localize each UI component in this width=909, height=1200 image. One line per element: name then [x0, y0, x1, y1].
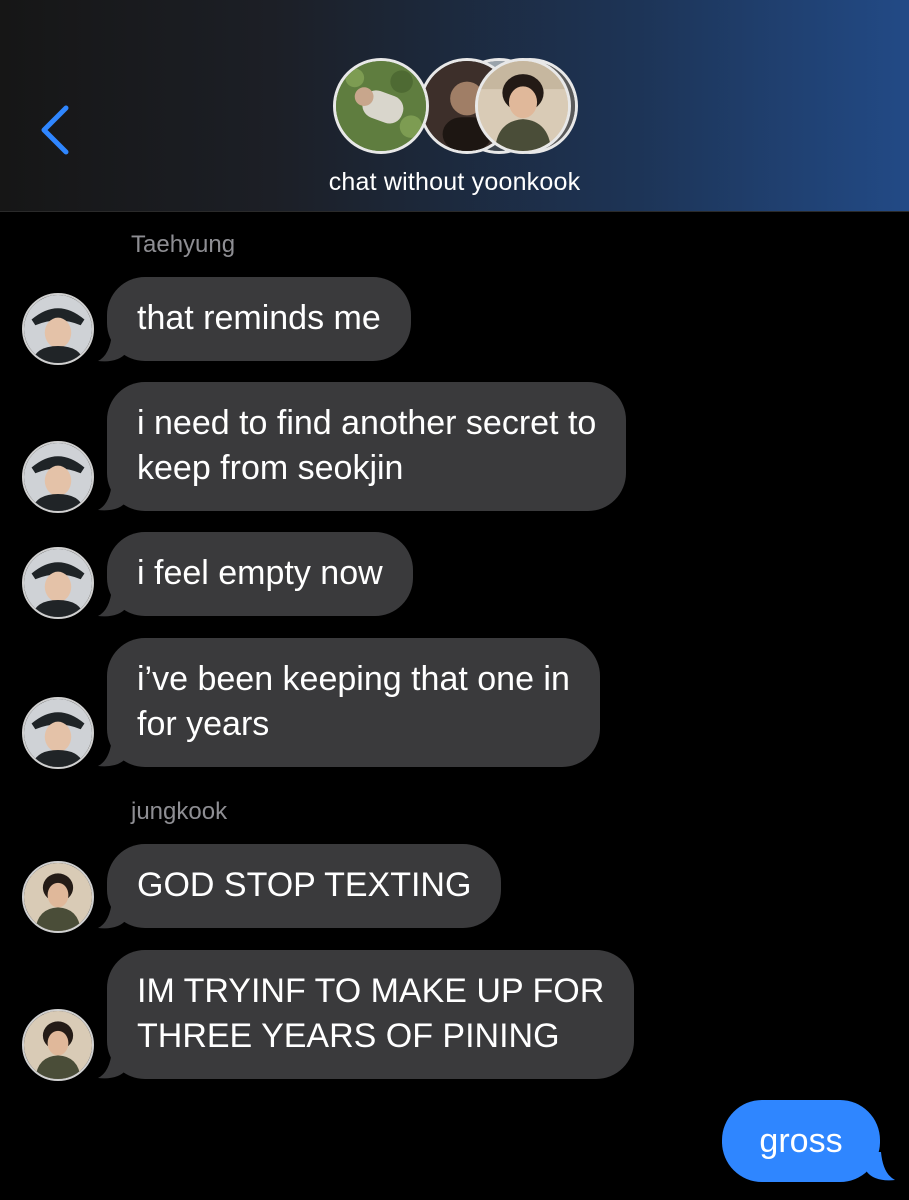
- message-bubble[interactable]: GOD STOP TEXTING: [107, 844, 502, 928]
- message-text: i feel empty now: [137, 554, 383, 592]
- sender-name: jungkook: [131, 798, 228, 825]
- bubble-tail: [98, 900, 126, 929]
- message-text: gross: [759, 1122, 843, 1160]
- message-line: for years: [137, 705, 270, 743]
- message-line: keep from seokjin: [137, 449, 404, 487]
- message-line: IM TRYINF TO MAKE UP FOR: [137, 972, 605, 1010]
- message-bubble[interactable]: i feel empty now: [107, 532, 413, 616]
- bubble-tail: [98, 333, 126, 362]
- sender-avatar-taehyung[interactable]: [22, 547, 94, 619]
- sender-avatar-taehyung[interactable]: [22, 441, 94, 513]
- back-button[interactable]: [32, 102, 76, 158]
- message-bubble[interactable]: i’ve been keeping that one in for years: [107, 638, 600, 767]
- bubble-tail: [98, 588, 126, 617]
- sender-name: Taehyung: [131, 231, 236, 258]
- member-avatar: [333, 58, 429, 154]
- bubble-tail: [867, 1152, 895, 1181]
- bubble-tail: [98, 1050, 126, 1079]
- sender-avatar-jungkook[interactable]: [22, 1009, 94, 1081]
- message-bubble[interactable]: that reminds me: [107, 277, 411, 361]
- message-text: GOD STOP TEXTING: [137, 866, 472, 904]
- message-text: that reminds me: [137, 299, 381, 337]
- chat-title[interactable]: chat without yoonkook: [0, 168, 909, 197]
- chat-header: chat without yoonkook: [0, 0, 909, 212]
- outgoing-message-bubble[interactable]: gross: [722, 1100, 880, 1182]
- sender-avatar-jungkook[interactable]: [22, 861, 94, 933]
- message-bubble[interactable]: IM TRYINF TO MAKE UP FOR THREE YEARS OF …: [107, 950, 635, 1079]
- sender-avatar-taehyung[interactable]: [22, 697, 94, 769]
- bubble-tail: [98, 482, 126, 511]
- chevron-left-icon: [41, 105, 69, 155]
- member-avatar: [475, 58, 571, 154]
- message-line: i need to find another secret to: [137, 404, 597, 442]
- sender-avatar-taehyung[interactable]: [22, 293, 94, 365]
- bubble-tail: [98, 738, 126, 767]
- message-line: THREE YEARS OF PINING: [137, 1017, 560, 1055]
- group-avatar-stack[interactable]: [333, 58, 578, 154]
- message-line: i’ve been keeping that one in: [137, 660, 570, 698]
- message-bubble[interactable]: i need to find another secret to keep fr…: [107, 382, 627, 511]
